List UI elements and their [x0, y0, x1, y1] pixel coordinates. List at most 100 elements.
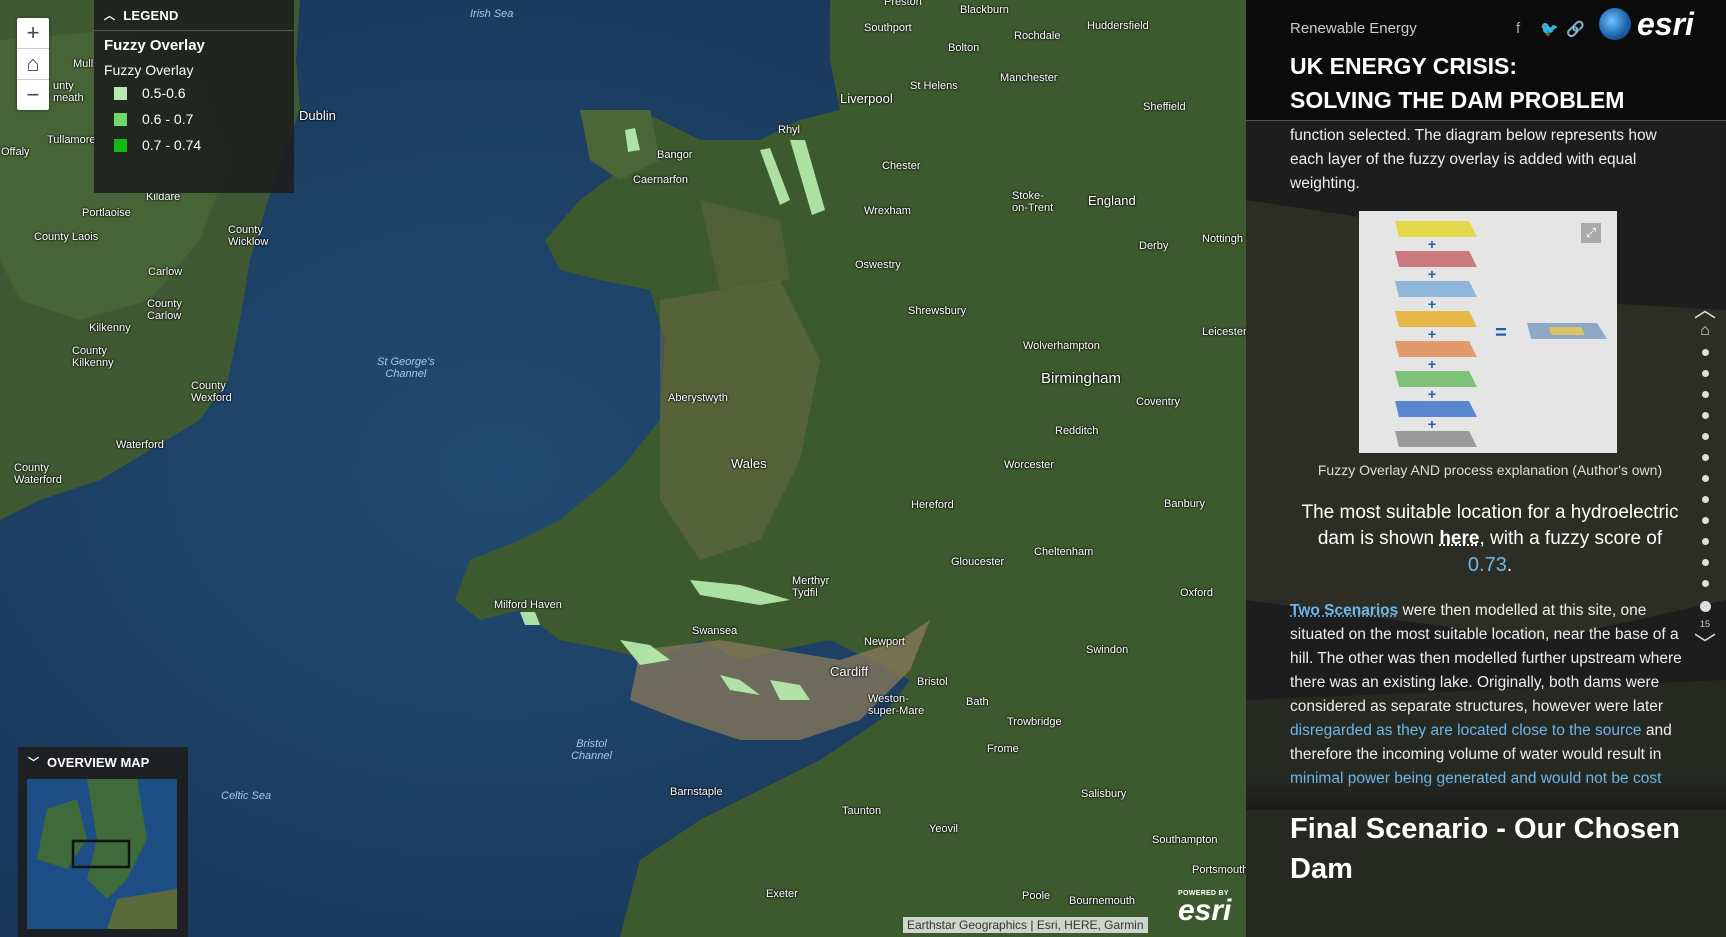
- place-label: unty meath: [53, 80, 84, 104]
- place-label: Frome: [987, 743, 1019, 755]
- twitter-icon[interactable]: 🐦: [1540, 20, 1559, 38]
- place-label: Portlaoise: [82, 207, 131, 219]
- legend-layer-title: Fuzzy Overlay: [104, 37, 205, 54]
- nav-dot[interactable]: [1701, 391, 1709, 398]
- fuzzy-overlay-diagram[interactable]: + + + + + + + = ⤢: [1359, 211, 1617, 453]
- legend-item-label: 0.6 - 0.7: [142, 111, 194, 127]
- place-label: Portsmouth: [1192, 864, 1246, 876]
- here-link[interactable]: here: [1439, 528, 1479, 549]
- nav-dot[interactable]: [1701, 496, 1709, 503]
- nav-dot[interactable]: [1701, 454, 1709, 461]
- nav-dot[interactable]: [1701, 370, 1709, 377]
- overview-map-panel: ﹀ OVERVIEW MAP: [18, 747, 188, 937]
- place-label: Bolton: [948, 42, 980, 54]
- place-label: Carlow: [148, 266, 183, 278]
- nav-dot[interactable]: [1701, 475, 1709, 482]
- fuzzy-score: 0.73: [1467, 554, 1507, 576]
- chevron-down-icon: ﹀: [28, 757, 39, 769]
- nav-dot[interactable]: [1701, 349, 1709, 356]
- place-label: Birmingham: [1041, 370, 1122, 387]
- place-label: County Kilkenny: [72, 345, 114, 369]
- place-label: Yeovil: [929, 823, 958, 835]
- diagram-plus: +: [1428, 326, 1436, 342]
- nav-dot[interactable]: [1699, 601, 1711, 612]
- place-label: Waterford: [116, 439, 164, 451]
- diagram-layer: [1395, 341, 1477, 357]
- map-view[interactable]: Preston Blackburn Southport Rochdale Hudders…: [0, 0, 1246, 937]
- nav-down-arrow[interactable]: ﹀: [1694, 634, 1716, 656]
- overview-header-label: OVERVIEW MAP: [47, 754, 150, 770]
- series-title: Renewable Energy: [1290, 20, 1417, 37]
- nav-dot[interactable]: [1701, 538, 1709, 545]
- place-label: Coventry: [1136, 396, 1181, 408]
- place-label: Gloucester: [951, 556, 1005, 568]
- place-label: Huddersfield: [1087, 20, 1149, 32]
- zoom-controls: + ⌂ −: [17, 18, 49, 110]
- disregarded-link[interactable]: disregarded as they are located close to…: [1290, 722, 1642, 739]
- overview-minimap[interactable]: [27, 779, 177, 929]
- sea-label: St George's Channel: [377, 356, 435, 380]
- place-label: Barnstaple: [670, 786, 723, 798]
- nav-dot[interactable]: [1701, 412, 1709, 419]
- map-attribution[interactable]: Earthstar Geographics | Esri, HERE, Garm…: [903, 917, 1148, 933]
- legend-item: 0.5-0.6: [94, 80, 294, 106]
- nav-dot[interactable]: [1701, 580, 1709, 587]
- esri-logo[interactable]: POWERED BY esri: [1178, 890, 1231, 926]
- link-icon[interactable]: 🔗: [1566, 20, 1585, 38]
- place-label: Southport: [864, 22, 912, 34]
- place-label: Wrexham: [864, 205, 911, 217]
- nav-dot[interactable]: [1701, 559, 1709, 566]
- place-label: Bournemouth: [1069, 895, 1136, 907]
- place-label: Dublin: [299, 108, 336, 123]
- place-label: Tullamore: [47, 134, 96, 146]
- globe-icon: [1599, 8, 1631, 40]
- nav-up-arrow[interactable]: ︿: [1694, 299, 1716, 321]
- place-label: Banbury: [1164, 498, 1205, 510]
- facebook-icon[interactable]: f: [1516, 20, 1520, 37]
- esri-brand[interactable]: esri: [1599, 8, 1694, 40]
- legend-item: 0.7 - 0.74: [94, 132, 294, 158]
- place-label: Redditch: [1055, 425, 1099, 437]
- legend-swatch: [114, 112, 127, 126]
- legend-item-label: 0.5-0.6: [142, 85, 186, 101]
- legend-panel: ︿ LEGEND Fuzzy Overlay Fuzzy Overlay 0.5…: [94, 0, 294, 193]
- diagram-layer: [1395, 251, 1477, 267]
- section-navigation: ︿ ⌂ 15 ﹀: [1694, 299, 1716, 656]
- home-button[interactable]: ⌂: [17, 49, 49, 80]
- section-number: 15: [1699, 619, 1710, 629]
- sea-label: Irish Sea: [470, 8, 514, 20]
- two-scenarios-link[interactable]: Two Scenarios: [1290, 602, 1398, 619]
- legend-swatch: [114, 86, 127, 100]
- place-label: Salisbury: [1081, 788, 1127, 800]
- diagram-layer: [1395, 311, 1477, 327]
- nav-dot[interactable]: [1701, 433, 1709, 440]
- place-label: Cardiff: [830, 664, 869, 679]
- home-icon[interactable]: ⌂: [1700, 322, 1710, 340]
- place-label: Offaly: [1, 146, 30, 158]
- place-label: County Wexford: [191, 380, 232, 404]
- place-label: Newport: [864, 636, 905, 648]
- place-label: County Waterford: [14, 462, 62, 486]
- overview-header[interactable]: ﹀ OVERVIEW MAP: [18, 747, 188, 777]
- diagram-equals: =: [1495, 322, 1507, 344]
- nav-dot[interactable]: [1701, 517, 1709, 524]
- expand-icon[interactable]: ⤢: [1581, 223, 1601, 243]
- place-label: Swindon: [1086, 644, 1129, 656]
- place-label: Chester: [882, 160, 921, 172]
- chevron-up-icon: ︿: [104, 10, 116, 22]
- diagram-plus: +: [1428, 356, 1436, 372]
- place-label: Trowbridge: [1007, 716, 1062, 728]
- place-label: Bristol: [917, 676, 948, 688]
- place-label: Weston- super-Mare: [868, 693, 925, 717]
- place-label: County Wicklow: [228, 224, 269, 248]
- zoom-out-button[interactable]: −: [17, 80, 49, 110]
- place-label: Liverpool: [840, 91, 893, 106]
- diagram-layer: [1395, 431, 1477, 447]
- section-heading: Final Scenario - Our Chosen Dam: [1290, 813, 1680, 885]
- zoom-in-button[interactable]: +: [17, 18, 49, 49]
- legend-header[interactable]: ︿ LEGEND: [94, 0, 294, 31]
- place-label: Nottingh: [1202, 233, 1243, 245]
- suitability-statement: The most suitable location for a hydroel…: [1301, 502, 1679, 576]
- place-label: Sheffield: [1143, 101, 1186, 113]
- place-label: Poole: [1022, 890, 1051, 902]
